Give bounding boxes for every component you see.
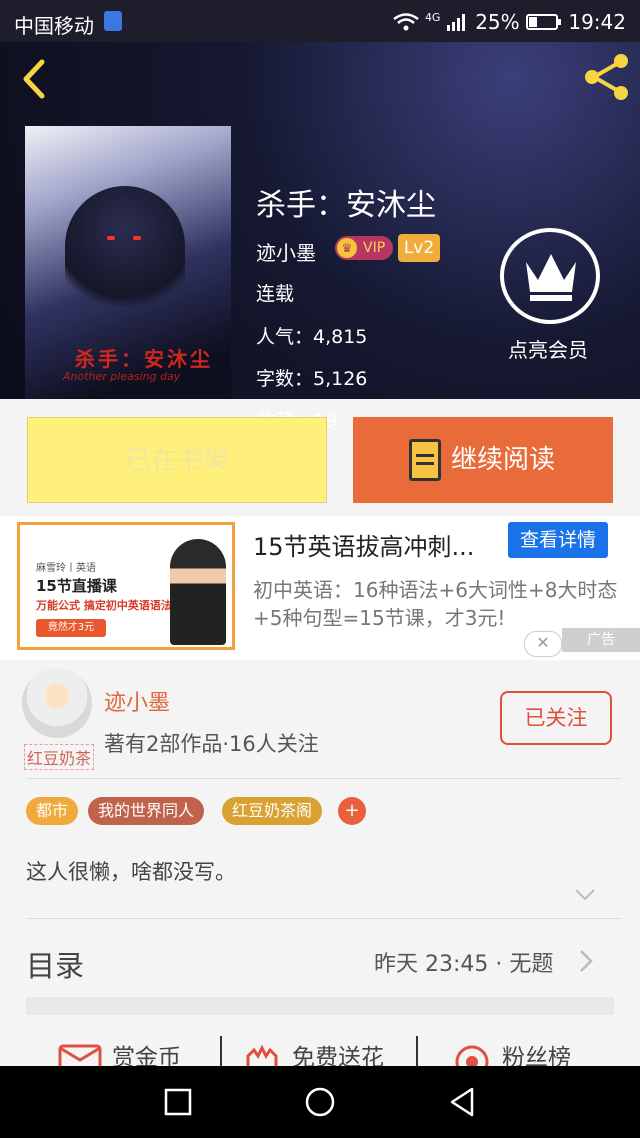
- level-badge: Lv2: [398, 234, 440, 262]
- continue-reading-label: 继续阅读: [451, 445, 556, 475]
- section-separator: [26, 997, 614, 1015]
- ad-close-button[interactable]: ✕: [524, 631, 562, 657]
- recent-apps-icon[interactable]: [164, 1088, 192, 1116]
- divider: [26, 778, 622, 779]
- ad-image[interactable]: 麻雪玲丨英语 15节直播课 万能公式 搞定初中英语语法 竟然才3元: [17, 522, 235, 650]
- flower-icon: [246, 1044, 278, 1068]
- divider: [416, 1036, 418, 1068]
- author-stats: 著有2部作品·16人关注: [104, 732, 319, 756]
- envelope-icon: [58, 1044, 102, 1068]
- member-button[interactable]: [500, 228, 600, 324]
- book-header: 杀手：安沐尘 Another pleasing day 杀手：安沐尘 迹小墨 ♛…: [0, 42, 640, 432]
- member-label: 点亮会员: [508, 338, 588, 362]
- author-intro: 这人很懒，啥都没写。: [26, 860, 236, 884]
- shield-icon: [104, 11, 122, 31]
- ad-image-person: [170, 539, 226, 645]
- ad-detail-button[interactable]: 查看详情: [508, 522, 608, 558]
- book-icon: [409, 439, 441, 481]
- vip-badge: ♛ VIP: [335, 236, 394, 260]
- battery-percent: 25%: [475, 10, 520, 34]
- navigation-bar: [0, 1066, 640, 1138]
- toc-label[interactable]: 目录: [26, 943, 84, 985]
- cover-title: 杀手：安沐尘: [75, 347, 213, 371]
- ad-image-price: 竟然才3元: [36, 619, 106, 637]
- ad-title[interactable]: 15节英语拔高冲刺...: [253, 527, 474, 562]
- status-right: 4G 25% 19:42: [392, 10, 626, 34]
- battery-icon: [526, 14, 561, 30]
- crown-icon: ♛: [337, 238, 357, 258]
- ad-image-title: 15节直播课: [36, 577, 117, 595]
- follow-button[interactable]: 已关注: [500, 691, 612, 745]
- target-icon: [455, 1045, 489, 1068]
- chevron-right-icon[interactable]: [578, 948, 594, 974]
- carrier-label: 中国移动: [14, 14, 94, 38]
- back-icon[interactable]: [20, 58, 48, 100]
- add-tag-button[interactable]: +: [338, 797, 366, 825]
- ad-tag: 广告: [562, 628, 640, 652]
- divider: [26, 918, 622, 919]
- ad-image-slogan: 万能公式 搞定初中英语语法: [36, 599, 172, 612]
- cover-eye-left: [107, 236, 115, 240]
- cover-figure: [65, 186, 185, 326]
- book-status: 连载: [256, 283, 295, 305]
- tag-minecraft-fanfic[interactable]: 我的世界同人: [88, 797, 205, 825]
- toc-latest-chapter[interactable]: 昨天 23:45 · 无题: [374, 946, 553, 978]
- avatar[interactable]: [22, 668, 92, 738]
- book-popularity: 人气：4,815: [256, 326, 368, 348]
- ad-description: 初中英语：16种语法+6大词性+8大时态+5种句型=15节课，才3元!: [253, 578, 618, 630]
- book-word-count: 字数：5,126: [256, 368, 368, 390]
- ad-image-brand: 麻雪玲丨英语: [36, 563, 96, 574]
- status-bar: 中国移动 4G 25% 19:42: [0, 0, 640, 42]
- cover-subtitle: Another pleasing day: [63, 370, 181, 383]
- cover-eye-right: [133, 236, 141, 240]
- divider: [220, 1036, 222, 1068]
- book-cover: 杀手：安沐尘 Another pleasing day: [25, 126, 231, 399]
- on-shelf-button[interactable]: 已在书架: [27, 417, 327, 503]
- author-name[interactable]: 迹小墨: [104, 685, 170, 717]
- signal-icon: [446, 14, 465, 31]
- home-icon[interactable]: [304, 1086, 336, 1118]
- tag-urban[interactable]: 都市: [26, 797, 79, 825]
- wifi-icon: [392, 13, 419, 31]
- chevron-down-icon[interactable]: [574, 888, 596, 902]
- vip-label: VIP: [363, 240, 386, 256]
- clock: 19:42: [568, 10, 626, 34]
- tag-hongdou-milktea[interactable]: 红豆奶茶阁: [222, 797, 323, 825]
- book-title: 杀手：安沐尘: [256, 188, 436, 223]
- share-icon[interactable]: [582, 52, 632, 102]
- crown-icon: [526, 254, 576, 301]
- continue-reading-button[interactable]: 继续阅读: [353, 417, 613, 503]
- network-type: 4G: [424, 11, 441, 24]
- avatar-tag: 红豆奶茶: [24, 744, 95, 770]
- book-author[interactable]: 迹小墨: [256, 237, 316, 266]
- back-nav-icon[interactable]: [448, 1086, 476, 1118]
